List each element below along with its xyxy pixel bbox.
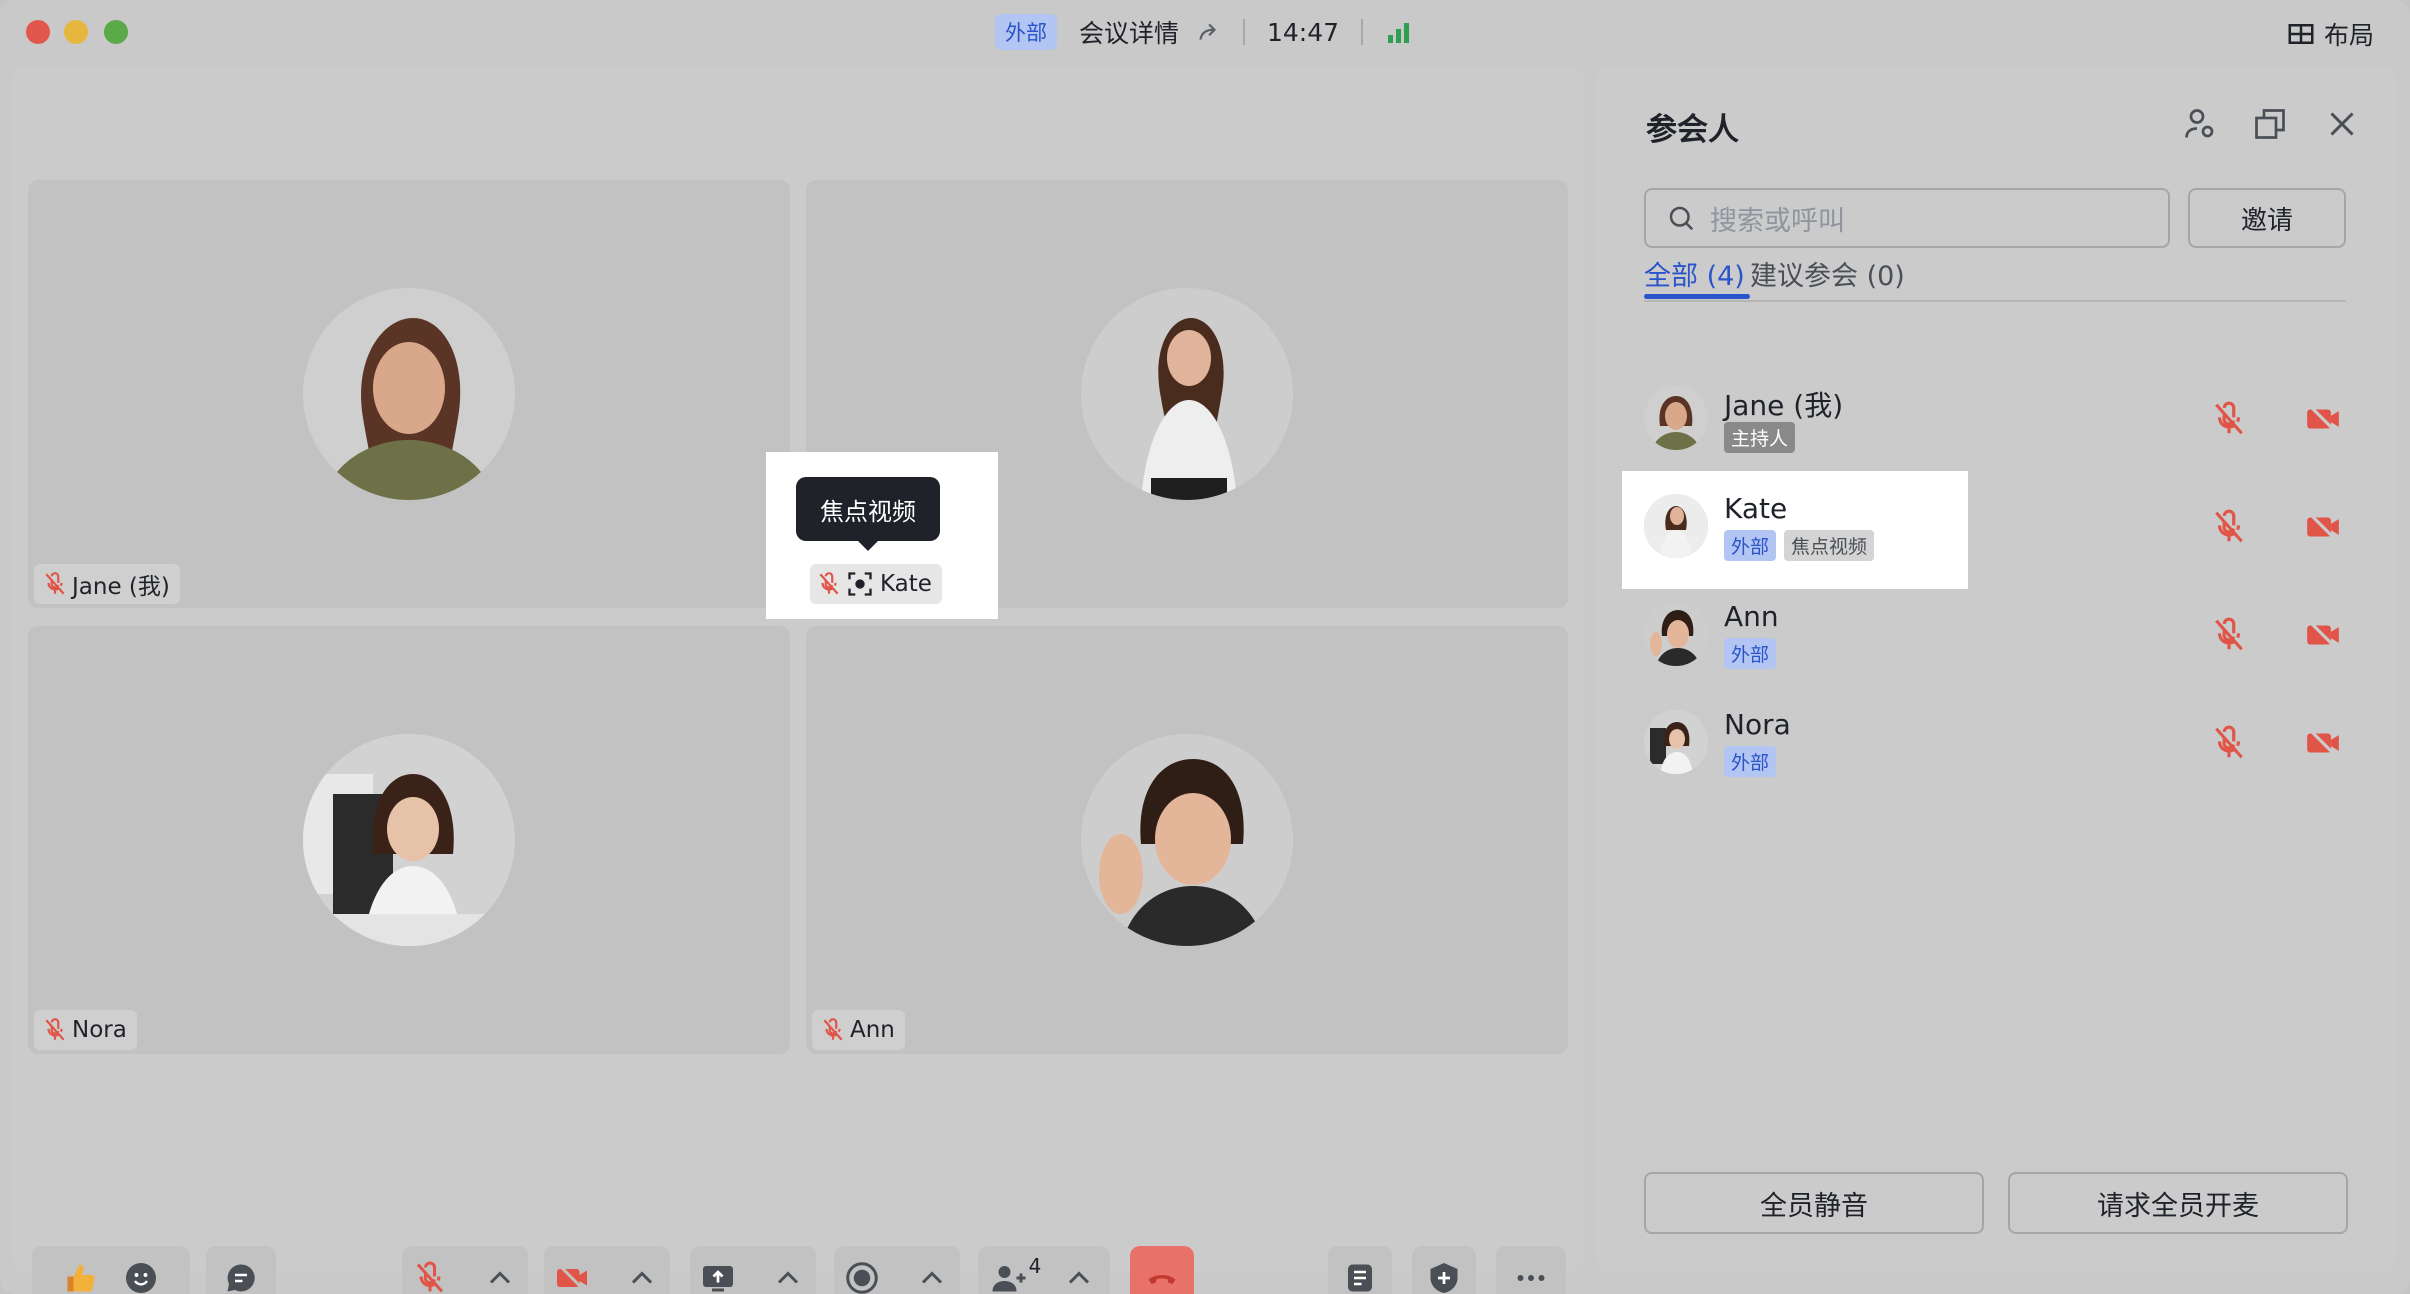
mic-off-icon[interactable] — [2210, 400, 2248, 438]
share-screen-icon[interactable] — [700, 1260, 736, 1294]
video-tile-nora[interactable]: Nora — [28, 626, 790, 1054]
external-tag: 外部 — [1724, 530, 1777, 561]
avatar-kate — [1081, 288, 1293, 500]
camera-off-icon[interactable] — [2304, 508, 2342, 546]
mic-off-icon[interactable] — [2210, 616, 2248, 654]
thumbs-up-icon[interactable] — [63, 1260, 99, 1294]
avatar-kate — [1644, 494, 1708, 558]
more-icon — [1517, 1275, 1545, 1281]
tile-name: Nora — [72, 1017, 127, 1043]
security-button[interactable] — [1412, 1246, 1476, 1294]
record-group — [834, 1246, 960, 1294]
chevron-up-icon[interactable] — [914, 1260, 950, 1294]
mic-off-icon — [823, 1018, 843, 1041]
participant-row[interactable]: Nora 外部 — [1596, 694, 2396, 794]
participants-icon[interactable] — [991, 1260, 1027, 1294]
avatar-jane — [1644, 386, 1708, 450]
mute-all-button[interactable]: 全员静音 — [1644, 1172, 1984, 1234]
tooltip-text: 焦点视频 — [820, 497, 916, 526]
participant-tags: 外部 — [1724, 638, 1777, 669]
camera-group — [544, 1246, 670, 1294]
participant-tags: 主持人 — [1724, 422, 1796, 453]
camera-off-icon[interactable] — [2304, 724, 2342, 762]
participant-name: Nora — [1724, 708, 1791, 741]
tile-name-tag: Nora — [34, 1010, 137, 1050]
avatar-nora — [303, 734, 515, 946]
more-button[interactable] — [1496, 1246, 1566, 1294]
external-badge: 外部 — [994, 14, 1057, 50]
notes-button[interactable] — [1328, 1246, 1392, 1294]
avatar-jane — [303, 288, 515, 500]
shield-icon — [1430, 1263, 1458, 1293]
participant-name: Jane (我) — [1724, 389, 1844, 422]
external-tag: 外部 — [1724, 638, 1777, 669]
tile-name-tag: Jane (我) — [34, 564, 180, 604]
video-tile-jane[interactable]: Jane (我) — [28, 180, 790, 608]
title-bar: 外部 会议详情 14:47 布局 — [0, 0, 2410, 64]
focus-video-tooltip: 焦点视频 — [796, 477, 940, 551]
tile-name: Kate — [880, 571, 932, 597]
share-screen-group — [690, 1246, 816, 1294]
tile-name-tag-kate: Kate — [810, 564, 942, 604]
tile-name-tag: Ann — [812, 1010, 905, 1050]
participant-tags: 外部 — [1724, 746, 1777, 777]
tile-name: Ann — [850, 1017, 895, 1043]
chat-icon — [227, 1264, 255, 1292]
camera-off-icon[interactable] — [554, 1260, 590, 1294]
participant-tags: 外部 焦点视频 — [1724, 530, 1875, 561]
participants-group: 4 — [978, 1246, 1110, 1294]
request-unmute-all-button[interactable]: 请求全员开麦 — [2008, 1172, 2348, 1234]
microphone-off-icon[interactable] — [412, 1260, 448, 1294]
participant-name: Ann — [1724, 600, 1779, 633]
focus-video-tag: 焦点视频 — [1784, 530, 1875, 561]
mic-off-icon — [45, 572, 65, 595]
video-tile-ann[interactable]: Ann — [806, 626, 1568, 1054]
participant-row[interactable]: Jane (我) 主持人 — [1596, 370, 2396, 470]
mic-off-icon[interactable] — [2210, 508, 2248, 546]
title-center: 外部 会议详情 14:47 — [0, 0, 2410, 64]
record-icon[interactable] — [844, 1260, 880, 1294]
tile-name: Jane (我) — [72, 574, 170, 600]
participant-name: Kate — [1724, 492, 1788, 525]
camera-off-icon[interactable] — [2304, 400, 2342, 438]
divider — [1242, 19, 1245, 45]
chat-button[interactable] — [206, 1246, 276, 1294]
participant-list: Jane (我) 主持人 Kate 外部 焦点视频 Ann 外部 Nora 外部 — [1596, 66, 2396, 1272]
reactions-group — [32, 1246, 190, 1294]
mic-off-icon — [45, 1018, 65, 1041]
divider — [1361, 19, 1364, 45]
meeting-time: 14:47 — [1266, 17, 1340, 47]
chevron-up-icon[interactable] — [624, 1260, 660, 1294]
emoji-icon[interactable] — [123, 1260, 159, 1294]
avatar-ann — [1081, 734, 1293, 946]
microphone-group — [402, 1246, 528, 1294]
participant-row[interactable]: Kate 外部 焦点视频 — [1596, 478, 2396, 578]
video-stage: Jane (我) Nora Ann 4 — [12, 66, 1584, 1294]
chevron-up-icon[interactable] — [770, 1260, 806, 1294]
host-tag: 主持人 — [1724, 422, 1796, 453]
meeting-window: 外部 会议详情 14:47 布局 Jane (我) Nora Ann 4 焦点视… — [0, 0, 2410, 1294]
external-tag: 外部 — [1724, 746, 1777, 777]
signal-strength-icon — [1388, 23, 1410, 43]
participants-count: 4 — [1028, 1254, 1042, 1278]
avatar-ann — [1644, 602, 1708, 666]
mic-off-icon[interactable] — [2210, 724, 2248, 762]
chevron-up-icon[interactable] — [482, 1260, 518, 1294]
meeting-toolbar: 4 — [12, 1246, 1584, 1294]
focus-icon — [848, 572, 872, 596]
hang-up-button[interactable] — [1130, 1246, 1194, 1294]
camera-off-icon[interactable] — [2304, 616, 2342, 654]
mic-off-icon — [819, 572, 839, 595]
meeting-details-link[interactable]: 会议详情 — [1079, 14, 1179, 50]
notes-icon — [1348, 1264, 1372, 1292]
avatar-nora — [1644, 710, 1708, 774]
grid-layout-icon — [2288, 24, 2314, 44]
participant-row[interactable]: Ann 外部 — [1596, 586, 2396, 686]
hang-up-icon — [1148, 1275, 1176, 1284]
chevron-up-icon[interactable] — [1061, 1260, 1097, 1294]
layout-button[interactable]: 布局 — [2286, 16, 2374, 52]
share-arrow-icon[interactable] — [1195, 19, 1221, 45]
layout-label: 布局 — [2323, 21, 2374, 50]
